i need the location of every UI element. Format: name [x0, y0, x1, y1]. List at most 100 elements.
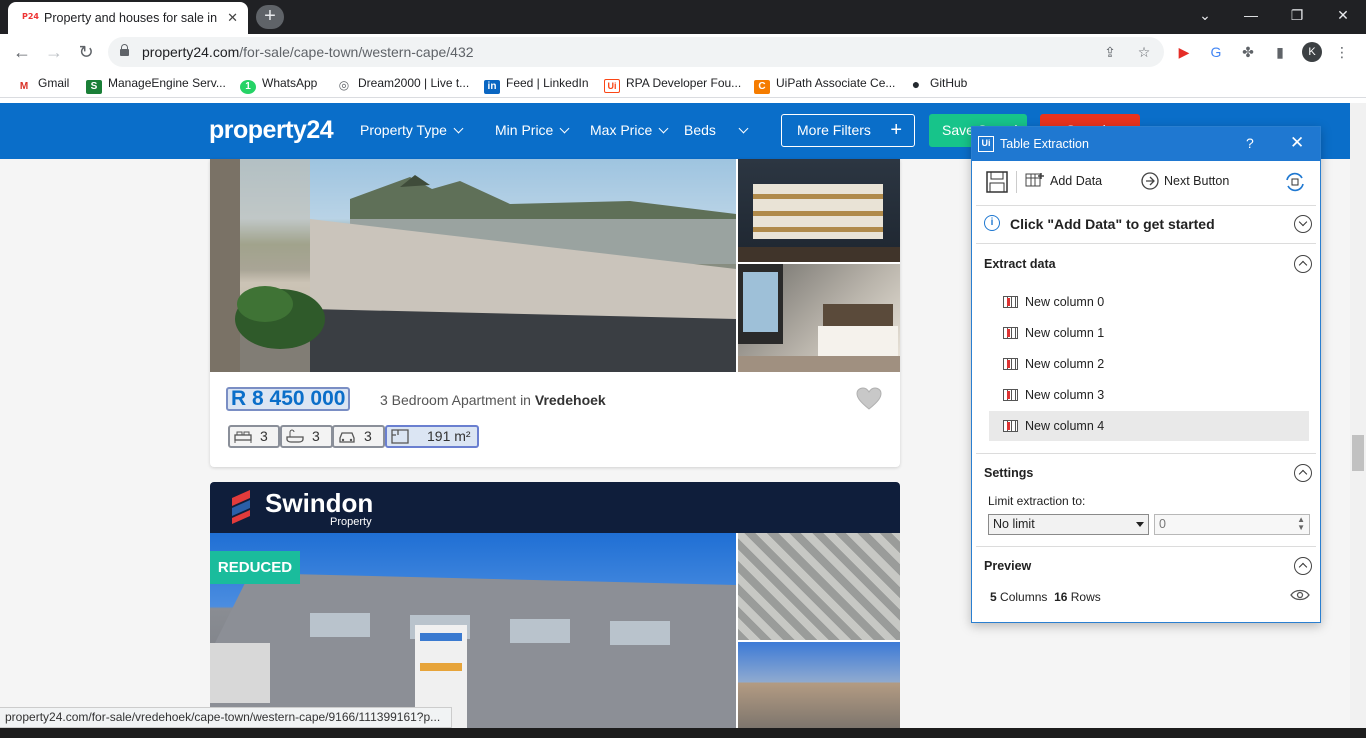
column-item[interactable]: New column 2	[989, 349, 1309, 379]
bedrooms-feature: 3	[228, 425, 280, 448]
beds-dropdown[interactable]: Beds	[684, 122, 749, 138]
divider	[976, 205, 1316, 206]
column-icon	[1003, 327, 1018, 339]
next-button-selector[interactable]: Next Button	[1140, 171, 1260, 195]
add-data-icon	[1025, 173, 1044, 187]
listing-title[interactable]: 3 Bedroom Apartment in Vredehoek	[380, 392, 606, 408]
refresh-correlate-icon[interactable]	[1284, 171, 1306, 193]
reduced-badge: REDUCED	[210, 551, 300, 584]
side-panel-icon[interactable]: ▮	[1270, 42, 1290, 62]
listing-photo-aerial[interactable]	[738, 533, 900, 640]
share-icon[interactable]: ⇪	[1100, 42, 1120, 62]
table-extraction-panel: Ui Table Extraction ? ✕ Add Data Next Bu…	[971, 126, 1321, 623]
property24-logo[interactable]: property24	[209, 116, 334, 145]
uipath-cert-icon: C	[754, 80, 770, 94]
add-data-button[interactable]: Add Data	[1025, 171, 1145, 195]
translate-extension-icon[interactable]: G	[1206, 42, 1226, 62]
parking-feature: 3	[332, 425, 385, 448]
youtube-extension-icon[interactable]: ▶	[1174, 42, 1194, 62]
scrollbar-thumb[interactable]	[1352, 435, 1364, 471]
new-tab-button[interactable]: +	[256, 5, 284, 29]
toolbar-divider	[1016, 171, 1017, 193]
manageengine-icon: S	[86, 80, 102, 94]
eye-preview-icon[interactable]	[1290, 588, 1310, 602]
restore-icon[interactable]: ❐	[1274, 0, 1320, 30]
property-type-dropdown[interactable]: Property Type	[360, 122, 464, 138]
limit-extraction-select[interactable]: No limit	[988, 514, 1149, 535]
save-icon[interactable]	[986, 171, 1008, 193]
tab-close-icon[interactable]: ✕	[227, 10, 238, 26]
whatsapp-icon: 1	[240, 80, 256, 94]
bookmarks-bar: M Gmail S ManageEngine Serv... 1 WhatsApp ◎…	[0, 70, 1366, 98]
bookmark-manageengine[interactable]: S ManageEngine Serv...	[86, 76, 226, 94]
panel-header[interactable]: Ui Table Extraction ? ✕	[972, 127, 1320, 161]
bookmark-dream2000[interactable]: ◎ Dream2000 | Live t...	[336, 76, 469, 92]
listing-main-photo[interactable]	[210, 159, 736, 372]
favourite-heart-icon[interactable]	[855, 385, 883, 413]
bookmark-star-icon[interactable]: ☆	[1134, 42, 1154, 62]
agency-subtitle: Property	[330, 516, 372, 528]
bookmark-rpa-developer[interactable]: Ui RPA Developer Fou...	[604, 76, 741, 93]
url-text: property24.com/for-sale/cape-town/wester…	[142, 44, 474, 60]
collapse-extract-icon[interactable]	[1294, 255, 1312, 273]
listing-card[interactable]: Swindon Property REDUCED	[210, 482, 900, 728]
car-icon	[339, 432, 355, 443]
chrome-menu-icon[interactable]: ⋮	[1332, 42, 1352, 62]
bookmark-uipath-associate[interactable]: C UiPath Associate Ce...	[754, 76, 895, 94]
column-item-selected[interactable]: New column 4	[989, 411, 1309, 441]
bookmark-gmail[interactable]: M Gmail	[16, 76, 70, 92]
forward-icon[interactable]: →	[42, 40, 66, 64]
address-bar[interactable]: property24.com/for-sale/cape-town/wester…	[108, 37, 1164, 67]
limit-label: Limit extraction to:	[988, 494, 1086, 508]
column-icon	[1003, 389, 1018, 401]
tab-search-icon[interactable]: ⌄	[1182, 0, 1228, 30]
back-icon[interactable]: ←	[10, 40, 34, 64]
bed-icon	[234, 431, 252, 443]
gmail-icon: M	[19, 81, 29, 92]
uipath-logo-icon: Ui	[978, 136, 994, 152]
floor-plan-icon	[391, 429, 409, 444]
column-icon	[1003, 296, 1018, 308]
limit-number-input[interactable]: 0 ▲ ▼	[1154, 514, 1310, 535]
panel-close-icon[interactable]: ✕	[1290, 133, 1304, 153]
more-filters-button[interactable]: More Filters +	[781, 114, 915, 147]
lock-icon	[120, 44, 129, 56]
listing-card[interactable]: R 8 450 000 3 Bedroom Apartment in Vrede…	[210, 159, 900, 467]
bath-icon	[286, 429, 304, 443]
preview-heading: Preview	[984, 559, 1032, 573]
extensions-puzzle-icon[interactable]: ✤	[1238, 42, 1258, 62]
page-scrollbar[interactable]	[1350, 103, 1366, 728]
spinner-icon[interactable]: ▲ ▼	[1297, 516, 1305, 532]
agency-banner[interactable]: Swindon Property	[210, 482, 900, 533]
profile-avatar[interactable]: K	[1302, 42, 1322, 62]
collapse-preview-icon[interactable]	[1294, 557, 1312, 575]
floor-size-feature: 191 m²	[385, 425, 479, 448]
browser-toolbar: ← → ↻ property24.com/for-sale/cape-town/…	[0, 34, 1366, 70]
expand-info-icon[interactable]	[1294, 215, 1312, 233]
browser-tab[interactable]: P24 Property and houses for sale in C ✕	[8, 2, 248, 34]
linkedin-icon: in	[484, 80, 500, 94]
info-icon: i	[984, 215, 1000, 231]
divider	[976, 546, 1316, 547]
chevron-down-icon	[738, 123, 749, 134]
max-price-dropdown[interactable]: Max Price	[590, 122, 669, 138]
help-icon[interactable]: ?	[1246, 135, 1254, 151]
listing-photo-bedroom[interactable]	[738, 264, 900, 372]
globe-icon: ◎	[338, 78, 350, 92]
divider	[976, 243, 1316, 244]
window-close-icon[interactable]: ✕	[1320, 0, 1366, 30]
column-item[interactable]: New column 0	[989, 287, 1309, 317]
panel-title: Table Extraction	[1000, 137, 1089, 151]
listing-photo-exterior[interactable]	[738, 159, 900, 262]
collapse-settings-icon[interactable]	[1294, 464, 1312, 482]
preview-summary: 5 Columns 16 Rows	[990, 590, 1101, 604]
reload-icon[interactable]: ↻	[74, 40, 98, 64]
column-item[interactable]: New column 3	[989, 380, 1309, 410]
bookmark-whatsapp[interactable]: 1 WhatsApp	[240, 76, 317, 94]
bookmark-linkedin[interactable]: in Feed | LinkedIn	[484, 76, 589, 94]
bookmark-github[interactable]: ● GitHub	[908, 76, 968, 92]
minimize-icon[interactable]: —	[1228, 0, 1274, 30]
listing-photo-street[interactable]	[738, 642, 900, 728]
min-price-dropdown[interactable]: Min Price	[495, 122, 570, 138]
column-item[interactable]: New column 1	[989, 318, 1309, 348]
